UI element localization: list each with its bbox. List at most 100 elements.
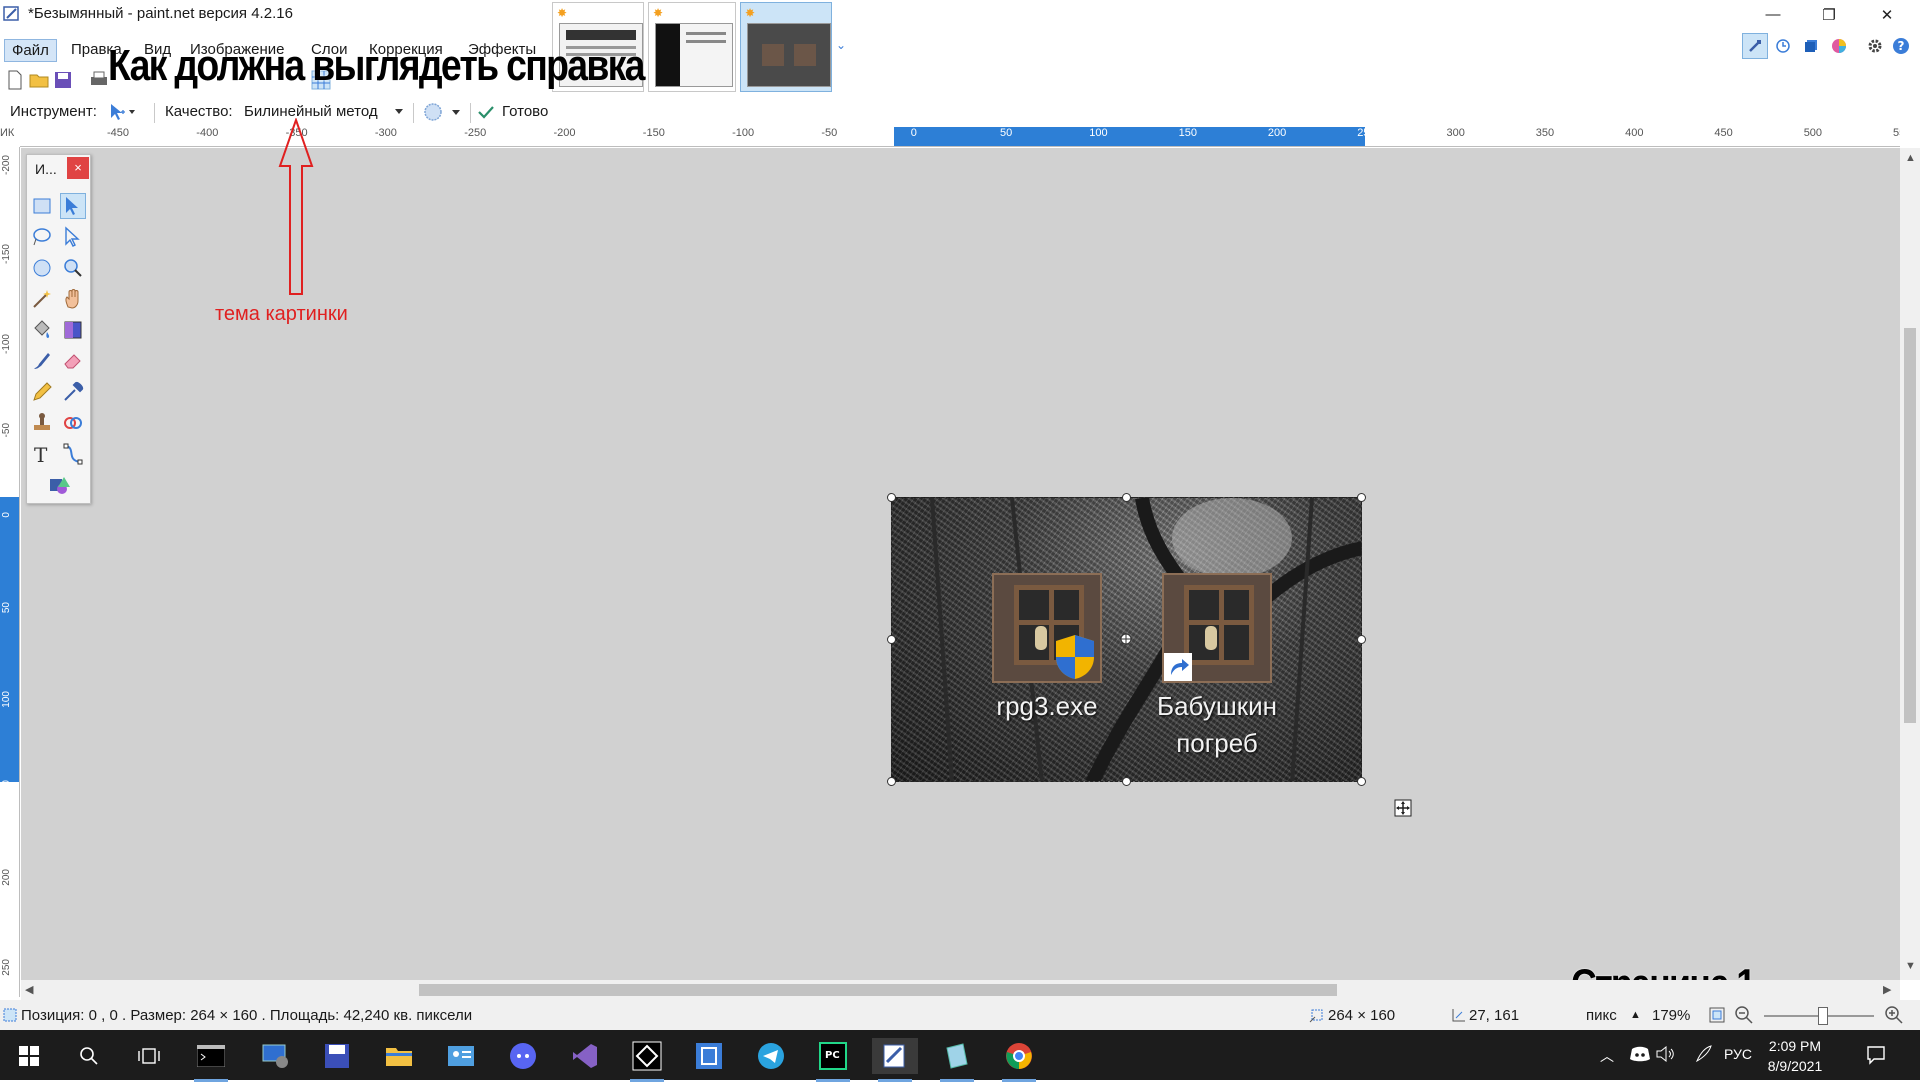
save-disk-app-icon[interactable]: [314, 1038, 360, 1074]
tools-panel-title: И...: [35, 161, 57, 177]
antialiasing-dropdown-icon[interactable]: [422, 101, 466, 123]
telegram-icon[interactable]: [748, 1038, 794, 1074]
vertical-scrollbar[interactable]: ▲ ▼: [1900, 148, 1920, 980]
start-windows-icon[interactable]: [6, 1038, 52, 1074]
lasso-select-tool-icon[interactable]: [29, 224, 55, 250]
ruler-h-tick-label: -150: [642, 127, 665, 139]
paintnet-app-icon[interactable]: [3, 5, 21, 23]
visual-studio-icon[interactable]: [562, 1038, 608, 1074]
chrome-icon[interactable]: [996, 1038, 1042, 1082]
pycharm-icon[interactable]: PC: [810, 1038, 856, 1082]
quality-chevron-down-icon[interactable]: [394, 108, 404, 116]
rectangle-select-tool-icon[interactable]: [29, 193, 55, 219]
clone-stamp-tool-icon[interactable]: [29, 410, 55, 436]
scroll-down-arrow-icon[interactable]: ▼: [1905, 960, 1916, 972]
color-picker-tool-icon[interactable]: [60, 379, 86, 405]
clock-date[interactable]: 8/9/2021: [1760, 1058, 1830, 1074]
scroll-up-arrow-icon[interactable]: ▲: [1905, 152, 1916, 164]
ruler-v-tick-label: 150: [1, 780, 12, 797]
settings-gear-icon[interactable]: [1862, 33, 1888, 59]
move-selected-tool-dropdown-icon[interactable]: [108, 102, 136, 122]
notifications-icon[interactable]: [1866, 1045, 1886, 1065]
scroll-left-arrow-icon[interactable]: ◀: [25, 983, 33, 996]
clock-time[interactable]: 2:09 PM: [1760, 1038, 1830, 1054]
done-checkmark-icon[interactable]: [478, 105, 494, 119]
print-icon[interactable]: [88, 69, 110, 91]
line-curve-tool-icon[interactable]: [60, 441, 86, 467]
paint-bucket-tool-icon[interactable]: [29, 317, 55, 343]
zoom-slider-thumb[interactable]: [1818, 1007, 1828, 1025]
help-icon[interactable]: ?: [1888, 33, 1914, 59]
ruler-selection-highlight: [0, 497, 19, 782]
pan-hand-tool-icon[interactable]: [60, 286, 86, 312]
ellipse-select-tool-icon[interactable]: [29, 255, 55, 281]
tray-show-hidden-chevron-icon[interactable]: ︿: [1600, 1046, 1614, 1066]
selection-handle-left[interactable]: [887, 635, 896, 644]
volume-icon[interactable]: [1656, 1046, 1676, 1062]
device-manager-app-icon[interactable]: [252, 1038, 298, 1074]
horizontal-scrollbar-thumb[interactable]: [419, 984, 1337, 996]
maximize-button[interactable]: ❐: [1800, 0, 1858, 29]
zoom-in-icon[interactable]: [1884, 1005, 1904, 1025]
zoom-to-window-icon[interactable]: [1708, 1006, 1726, 1024]
selection-handle-bottom-right[interactable]: [1357, 777, 1366, 786]
search-icon[interactable]: [66, 1038, 112, 1074]
unsaved-star-icon: ✸: [653, 6, 664, 20]
zoom-tool-icon[interactable]: [60, 255, 86, 281]
eraser-tool-icon[interactable]: [60, 348, 86, 374]
move-selection-tool-icon[interactable]: [60, 224, 86, 250]
pencil-tool-icon[interactable]: [29, 379, 55, 405]
selection-handle-bottom[interactable]: [1122, 777, 1131, 786]
new-file-icon[interactable]: [4, 69, 26, 91]
close-button[interactable]: ✕: [1858, 0, 1916, 29]
rotate-center-handle-icon[interactable]: [1119, 632, 1133, 646]
notepad-app-icon[interactable]: [934, 1038, 980, 1082]
tray-discord-icon[interactable]: [1630, 1046, 1650, 1062]
input-language-indicator[interactable]: РУС: [1724, 1046, 1752, 1062]
discord-icon[interactable]: [500, 1038, 546, 1074]
selection-handle-top[interactable]: [1122, 493, 1131, 502]
layers-window-icon[interactable]: [1798, 33, 1824, 59]
history-icon[interactable]: [1770, 33, 1796, 59]
colors-window-icon[interactable]: [1826, 33, 1852, 59]
minimize-button[interactable]: —: [1744, 0, 1802, 29]
terminal-app-icon[interactable]: [188, 1038, 234, 1082]
file-explorer-icon[interactable]: [376, 1038, 422, 1074]
zoom-level[interactable]: 179%: [1652, 1007, 1690, 1024]
units-selector[interactable]: пикс: [1586, 1007, 1617, 1024]
unsaved-star-icon: ✸: [745, 6, 756, 20]
open-folder-icon[interactable]: [28, 69, 50, 91]
vertical-scrollbar-thumb[interactable]: [1904, 328, 1916, 723]
menu-file[interactable]: Файл: [4, 39, 57, 62]
save-icon[interactable]: [52, 69, 74, 91]
horizontal-scrollbar[interactable]: ◀ ▶: [21, 980, 1900, 1000]
unity-app-icon[interactable]: [624, 1038, 670, 1082]
pen-ink-workspace-icon[interactable]: [1694, 1044, 1714, 1064]
quality-label: Качество:: [165, 103, 233, 120]
units-dropdown-caret-icon[interactable]: ▲: [1630, 1009, 1641, 1021]
scroll-right-arrow-icon[interactable]: ▶: [1883, 983, 1891, 996]
babushkin-pogreb-label-line1: Бабушкин: [1157, 691, 1277, 721]
paintnet-taskbar-icon[interactable]: [872, 1038, 918, 1082]
blue-bracket-app-icon[interactable]: [686, 1038, 732, 1074]
selection-handle-top-left[interactable]: [887, 493, 896, 502]
shapes-tool-icon[interactable]: [43, 472, 77, 498]
finish-button[interactable]: Готово: [502, 103, 548, 120]
tabs-dropdown-chevron-icon[interactable]: ⌄: [836, 38, 846, 52]
move-selection-icon[interactable]: [1394, 799, 1412, 817]
task-view-icon[interactable]: [126, 1038, 172, 1074]
magic-wand-tool-icon[interactable]: [29, 286, 55, 312]
tools-panel-close-button[interactable]: ×: [67, 157, 89, 179]
text-tool-icon[interactable]: T: [29, 441, 55, 467]
move-selected-pixels-tool-icon[interactable]: [60, 193, 86, 219]
paintbrush-tool-icon[interactable]: [29, 348, 55, 374]
selection-handle-right[interactable]: [1357, 635, 1366, 644]
recolor-tool-icon[interactable]: [60, 410, 86, 436]
tools-window-toggle-icon[interactable]: [1742, 33, 1768, 59]
contacts-app-icon[interactable]: [438, 1038, 484, 1074]
selection-handle-top-right[interactable]: [1357, 493, 1366, 502]
selection-handle-bottom-left[interactable]: [887, 777, 896, 786]
zoom-out-icon[interactable]: [1734, 1005, 1754, 1025]
gradient-tool-icon[interactable]: [60, 317, 86, 343]
ruler-h-tick-label: -300: [374, 127, 397, 139]
